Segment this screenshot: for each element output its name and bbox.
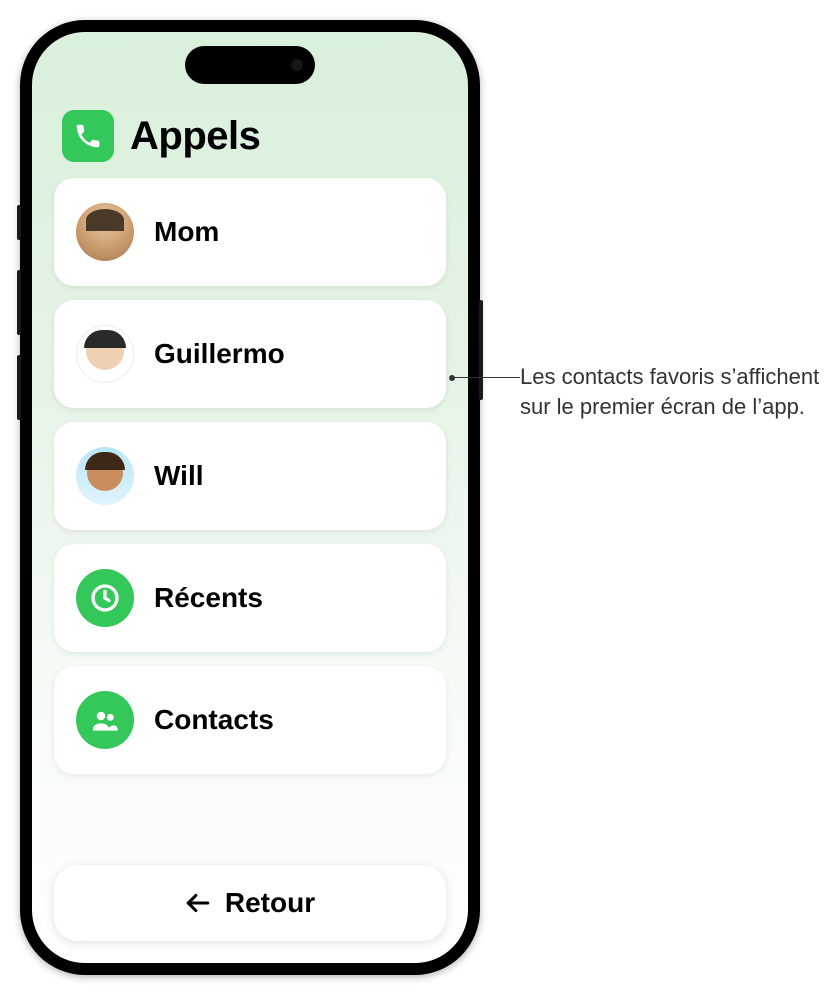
contacts-label: Contacts: [154, 704, 274, 736]
arrow-left-icon: [185, 892, 211, 914]
favorite-contact-mom[interactable]: Mom: [54, 178, 446, 286]
recents-label: Récents: [154, 582, 263, 614]
annotation-callout: Les contacts favoris s’affichent sur le …: [520, 362, 820, 421]
page-title: Appels: [130, 114, 260, 159]
people-icon: [76, 691, 134, 749]
volume-down-button: [17, 355, 21, 420]
side-button: [479, 300, 483, 400]
callout-text: Les contacts favoris s’affichent sur le …: [520, 362, 820, 421]
contact-name-label: Will: [154, 460, 204, 492]
favorites-list: Mom Guillermo Will Récents: [32, 178, 468, 847]
bottom-bar: Retour: [32, 847, 468, 963]
contact-name-label: Mom: [154, 216, 219, 248]
back-button[interactable]: Retour: [54, 865, 446, 941]
avatar: [76, 447, 134, 505]
silence-switch: [17, 205, 21, 240]
phone-icon: [73, 121, 103, 151]
recents-button[interactable]: Récents: [54, 544, 446, 652]
contacts-button[interactable]: Contacts: [54, 666, 446, 774]
clock-icon: [76, 569, 134, 627]
phone-app-icon: [62, 110, 114, 162]
favorite-contact-will[interactable]: Will: [54, 422, 446, 530]
dynamic-island: [185, 46, 315, 84]
volume-up-button: [17, 270, 21, 335]
contact-name-label: Guillermo: [154, 338, 285, 370]
screen: Appels Mom Guillermo Will: [32, 32, 468, 963]
avatar: [76, 325, 134, 383]
back-label: Retour: [225, 887, 315, 919]
callout-leader-line: [450, 377, 520, 378]
favorite-contact-guillermo[interactable]: Guillermo: [54, 300, 446, 408]
avatar: [76, 203, 134, 261]
phone-device-frame: Appels Mom Guillermo Will: [20, 20, 480, 975]
